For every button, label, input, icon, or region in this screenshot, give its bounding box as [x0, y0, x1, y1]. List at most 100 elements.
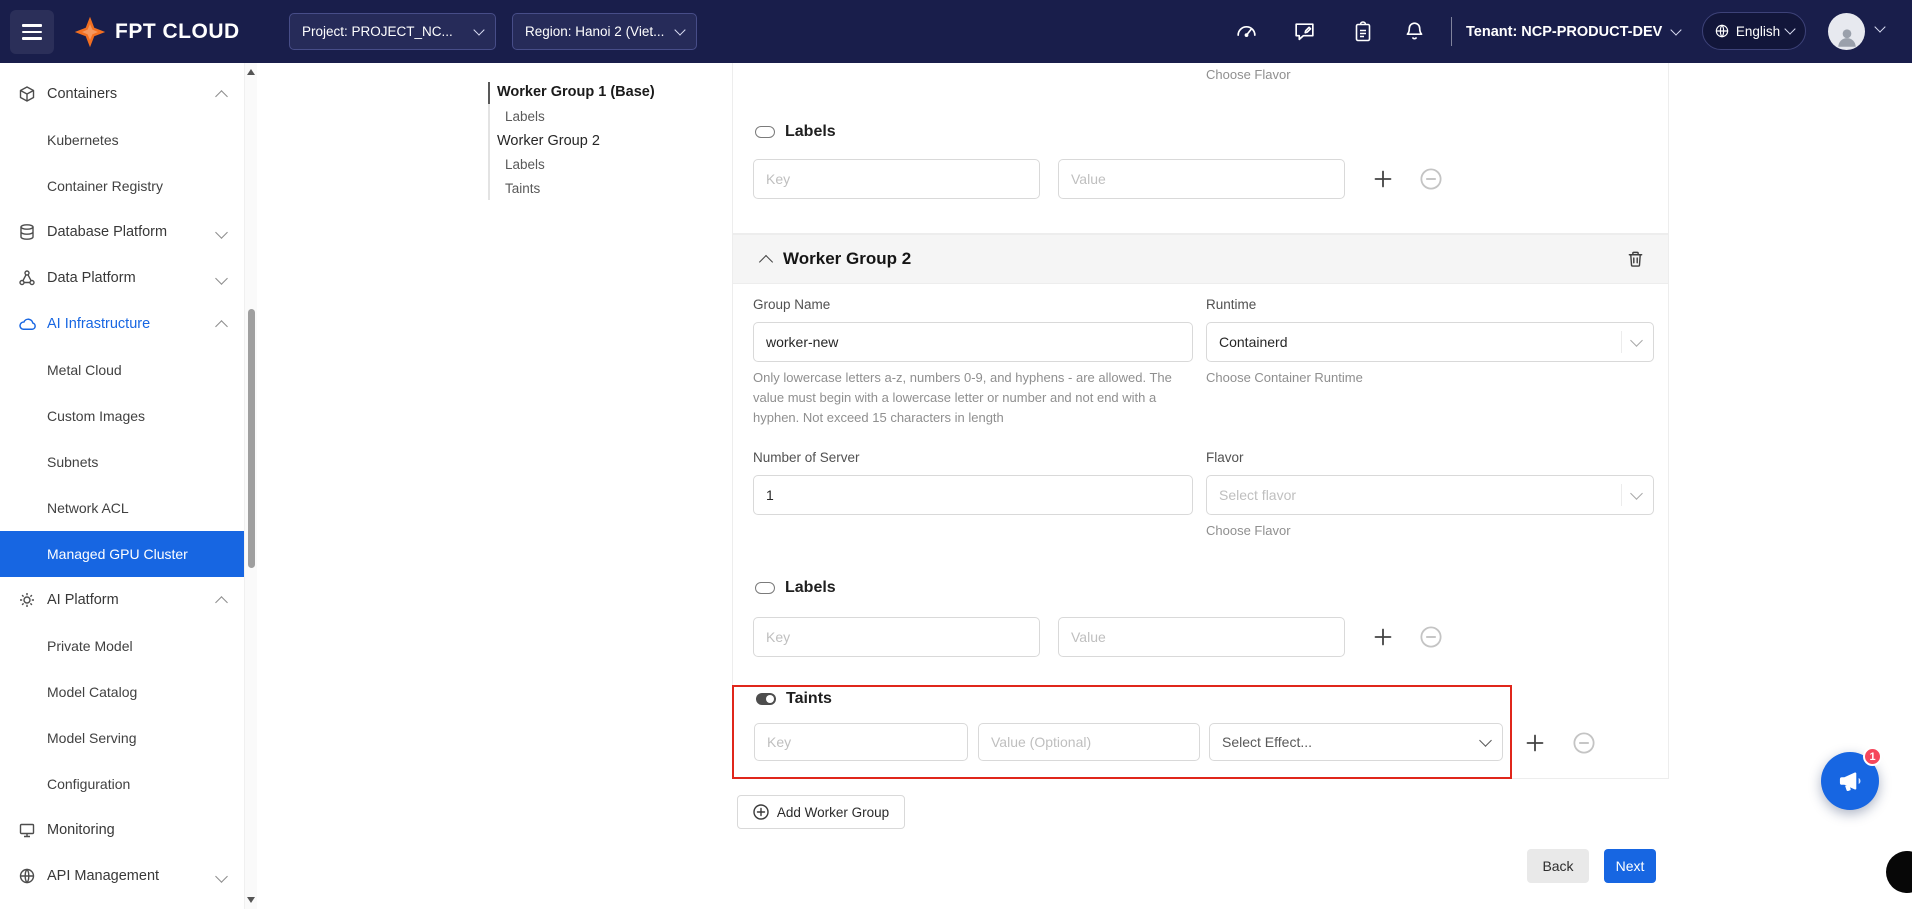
- sidebar-item-ai-platform[interactable]: AI Platform: [0, 577, 244, 623]
- flavor-label: Flavor: [1206, 450, 1244, 465]
- outline-item-labels-2[interactable]: Labels: [505, 153, 545, 177]
- collapse-chevron-icon[interactable]: [759, 254, 773, 268]
- hamburger-menu-button[interactable]: [10, 10, 54, 54]
- group-name-input[interactable]: [753, 322, 1193, 362]
- sidebar-item-data-platform[interactable]: Data Platform: [0, 255, 244, 301]
- delete-worker-group-icon[interactable]: [1627, 250, 1644, 268]
- sidebar-nav: Containers Kubernetes Container Registry…: [0, 63, 244, 909]
- recording-indicator-circle[interactable]: [1886, 851, 1912, 893]
- next-button[interactable]: Next: [1604, 849, 1656, 883]
- remove-taint-button[interactable]: [1573, 732, 1595, 754]
- circle-plus-icon: [753, 804, 769, 820]
- scrollbar-thumb[interactable]: [248, 309, 255, 568]
- scroll-up-arrow[interactable]: [247, 69, 255, 75]
- chevron-up-icon: [215, 90, 228, 103]
- back-button[interactable]: Back: [1527, 849, 1589, 883]
- ai-platform-icon: [17, 590, 37, 610]
- region-dropdown[interactable]: Region: Hanoi 2 (Viet...: [512, 13, 697, 50]
- sidebar-item-database-platform[interactable]: Database Platform: [0, 209, 244, 255]
- outline-item-labels-1[interactable]: Labels: [505, 105, 545, 129]
- worker-group-outline: Worker Group 1 (Base) Labels Worker Grou…: [488, 80, 708, 204]
- chevron-down-icon: [215, 272, 228, 285]
- number-of-server-label: Number of Server: [753, 450, 860, 465]
- announcement-fab[interactable]: 1: [1821, 752, 1879, 810]
- sidebar-item-monitoring[interactable]: Monitoring: [0, 807, 244, 853]
- sidebar-item-configuration[interactable]: Configuration: [0, 761, 244, 807]
- chevron-up-icon: [215, 596, 228, 609]
- sidebar-scrollbar[interactable]: [244, 63, 257, 909]
- sidebar-item-model-serving[interactable]: Model Serving: [0, 715, 244, 761]
- sidebar-item-metal-cloud[interactable]: Metal Cloud: [0, 347, 244, 393]
- containers-icon: [17, 84, 37, 104]
- worker-group-1-card: Choose Flavor Labels: [732, 63, 1669, 234]
- wg1-add-label-button[interactable]: [1371, 165, 1395, 193]
- chevron-down-icon: [1630, 487, 1643, 500]
- outline-item-taints[interactable]: Taints: [505, 177, 540, 201]
- sidebar-item-custom-images[interactable]: Custom Images: [0, 393, 244, 439]
- chevron-down-icon: [215, 226, 228, 239]
- globe-icon: [1714, 23, 1730, 39]
- outline-item-worker-group-1[interactable]: Worker Group 1 (Base): [497, 80, 655, 104]
- sidebar-item-ai-infrastructure[interactable]: AI Infrastructure: [0, 301, 244, 347]
- outline-item-worker-group-2[interactable]: Worker Group 2: [497, 129, 600, 153]
- sidebar-item-model-catalog[interactable]: Model Catalog: [0, 669, 244, 715]
- taints-annotation-box: Taints Select Effect...: [732, 685, 1512, 779]
- tenant-dropdown[interactable]: Tenant: NCP-PRODUCT-DEV: [1466, 0, 1680, 63]
- taint-key-input[interactable]: [754, 723, 968, 761]
- labels-section-header: Labels: [755, 579, 836, 597]
- sidebar-item-kubernetes[interactable]: Kubernetes: [0, 117, 244, 163]
- taint-value-input[interactable]: [978, 723, 1200, 761]
- sidebar-item-private-model[interactable]: Private Model: [0, 623, 244, 669]
- runtime-select[interactable]: Containerd: [1206, 322, 1654, 362]
- add-worker-group-button[interactable]: Add Worker Group: [737, 795, 905, 829]
- wg1-label-key-input[interactable]: [753, 159, 1040, 199]
- wg2-add-label-button[interactable]: [1371, 623, 1395, 651]
- taints-section-header: Taints: [756, 690, 832, 708]
- chevron-down-icon: [1784, 23, 1795, 34]
- brand-name: FPT CLOUD: [115, 20, 240, 44]
- project-dropdown[interactable]: Project: PROJECT_NC...: [289, 13, 496, 50]
- labels-toggle-icon[interactable]: [755, 582, 775, 594]
- sidebar-item-subnets[interactable]: Subnets: [0, 439, 244, 485]
- header-divider: [1451, 17, 1452, 46]
- labels-toggle-icon[interactable]: [755, 126, 775, 138]
- fpt-logo-icon: [74, 16, 106, 48]
- chevron-down-icon: [215, 870, 228, 883]
- database-icon: [17, 222, 37, 242]
- data-platform-icon: [17, 268, 37, 288]
- megaphone-icon: [1837, 768, 1863, 794]
- flavor-helper-text: Choose Flavor: [1206, 521, 1291, 541]
- chevron-down-icon: [1671, 24, 1682, 35]
- sidebar-item-containers[interactable]: Containers: [0, 71, 244, 117]
- wg2-remove-label-button[interactable]: [1420, 626, 1442, 648]
- runtime-helper-text: Choose Container Runtime: [1206, 368, 1363, 388]
- sidebar-item-container-registry[interactable]: Container Registry: [0, 163, 244, 209]
- runtime-label: Runtime: [1206, 297, 1256, 312]
- taints-toggle-icon[interactable]: [756, 693, 776, 705]
- scroll-down-arrow[interactable]: [247, 897, 255, 903]
- wg1-label-value-input[interactable]: [1058, 159, 1345, 199]
- number-of-server-input[interactable]: [753, 475, 1193, 515]
- user-avatar[interactable]: [1828, 13, 1865, 50]
- add-taint-button[interactable]: [1523, 729, 1547, 757]
- gauge-icon[interactable]: [1233, 18, 1260, 45]
- language-dropdown[interactable]: English: [1702, 12, 1806, 50]
- worker-group-2-header: Worker Group 2: [733, 235, 1668, 284]
- notification-badge: 1: [1863, 747, 1882, 766]
- clipboard-icon[interactable]: [1349, 18, 1376, 45]
- sidebar-item-api-management[interactable]: API Management: [0, 853, 244, 899]
- flavor-helper-text: Choose Flavor: [1206, 65, 1291, 85]
- brand-logo[interactable]: FPT CLOUD: [74, 0, 240, 63]
- bell-icon[interactable]: [1401, 18, 1428, 45]
- api-management-icon: [17, 866, 37, 886]
- wg1-remove-label-button[interactable]: [1420, 168, 1442, 190]
- sidebar-item-managed-gpu-cluster[interactable]: Managed GPU Cluster: [0, 531, 244, 577]
- flavor-select[interactable]: Select flavor: [1206, 475, 1654, 515]
- wg2-label-value-input[interactable]: [1058, 617, 1345, 657]
- avatar-chevron-icon[interactable]: [1874, 21, 1885, 32]
- chevron-down-icon: [473, 24, 484, 35]
- wg2-label-key-input[interactable]: [753, 617, 1040, 657]
- sidebar-item-network-acl[interactable]: Network ACL: [0, 485, 244, 531]
- chat-edit-icon[interactable]: [1291, 18, 1318, 45]
- taint-effect-select[interactable]: Select Effect...: [1209, 723, 1503, 761]
